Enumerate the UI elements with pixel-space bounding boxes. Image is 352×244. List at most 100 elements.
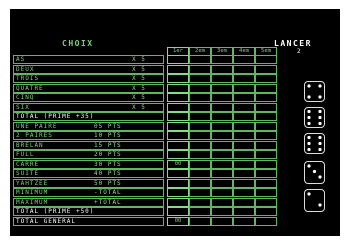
score-cell-4[interactable] — [233, 216, 255, 226]
score-cell-1[interactable] — [167, 74, 189, 83]
score-cell-2[interactable] — [189, 102, 211, 112]
score-cell-4[interactable] — [233, 140, 255, 150]
score-cell-3[interactable] — [211, 140, 233, 150]
score-row-lower[interactable]: 2 PAIRES 10 PTS — [13, 131, 277, 140]
score-cell-4[interactable] — [233, 74, 255, 83]
score-cell-4[interactable] — [233, 159, 255, 169]
score-cell-3[interactable] — [211, 74, 233, 83]
score-cell-1[interactable] — [167, 93, 189, 102]
score-row-upper[interactable]: CINQ X 5 — [13, 93, 277, 102]
score-cell-5[interactable] — [255, 112, 277, 121]
score-cell-1[interactable] — [167, 112, 189, 121]
score-cell-2[interactable] — [189, 150, 211, 159]
score-row-upper[interactable]: TROIS X 5 — [13, 74, 277, 83]
score-cell-3[interactable] — [211, 64, 233, 74]
score-cell-3[interactable] — [211, 207, 233, 216]
score-row-lower[interactable]: SUITE 40 PTS — [13, 169, 277, 178]
score-cell-5[interactable] — [255, 169, 277, 178]
score-cell-5[interactable] — [255, 121, 277, 131]
score-row-lower[interactable]: MINIMUM -TOTAL — [13, 188, 277, 197]
score-cell-4[interactable] — [233, 64, 255, 74]
score-cell-2[interactable] — [189, 207, 211, 216]
score-cell-2[interactable] — [189, 83, 211, 93]
score-cell-2[interactable] — [189, 169, 211, 178]
score-cell-5[interactable] — [255, 207, 277, 216]
score-row-lower[interactable]: FULL 20 PTS — [13, 150, 277, 159]
score-cell-3[interactable] — [211, 102, 233, 112]
score-cell-1[interactable] — [167, 121, 189, 131]
score-cell-4[interactable] — [233, 93, 255, 102]
score-cell-5[interactable] — [255, 188, 277, 197]
score-cell-2[interactable] — [189, 112, 211, 121]
score-cell-1[interactable] — [167, 131, 189, 140]
score-cell-1[interactable] — [167, 188, 189, 197]
score-cell-1[interactable] — [167, 169, 189, 178]
score-cell-3[interactable] — [211, 131, 233, 140]
die-2[interactable] — [304, 107, 325, 128]
score-cell-4[interactable] — [233, 150, 255, 159]
score-cell-3[interactable] — [211, 121, 233, 131]
score-cell-3[interactable] — [211, 169, 233, 178]
score-cell-3[interactable] — [211, 83, 233, 93]
score-cell-3[interactable] — [211, 216, 233, 226]
score-row-lower[interactable]: CARRE 30 PTS 00 — [13, 159, 277, 169]
score-cell-5[interactable] — [255, 131, 277, 140]
score-cell-4[interactable] — [233, 178, 255, 188]
score-cell-1[interactable]: 00 — [167, 216, 189, 226]
score-cell-1[interactable]: 00 — [167, 159, 189, 169]
score-row-upper[interactable]: QUATRE X 5 — [13, 83, 277, 93]
score-row-lower[interactable]: YAHTZEE 50 PTS — [13, 178, 277, 188]
score-cell-1[interactable] — [167, 140, 189, 150]
score-cell-2[interactable] — [189, 140, 211, 150]
score-cell-1[interactable] — [167, 178, 189, 188]
score-row-grand[interactable]: TOTAL GENERAL 00 — [13, 216, 277, 226]
score-cell-3[interactable] — [211, 150, 233, 159]
score-cell-3[interactable] — [211, 159, 233, 169]
score-cell-4[interactable] — [233, 112, 255, 121]
score-cell-3[interactable] — [211, 55, 233, 64]
score-cell-5[interactable] — [255, 64, 277, 74]
score-cell-3[interactable] — [211, 112, 233, 121]
score-row-upper[interactable]: AS X 5 — [13, 55, 277, 64]
score-row-upper[interactable]: DEUX X 5 — [13, 64, 277, 74]
score-cell-4[interactable] — [233, 188, 255, 197]
score-cell-5[interactable] — [255, 197, 277, 207]
score-cell-1[interactable] — [167, 55, 189, 64]
score-cell-4[interactable] — [233, 121, 255, 131]
score-cell-5[interactable] — [255, 102, 277, 112]
score-row-lower[interactable]: BRELAN 15 PTS — [13, 140, 277, 150]
score-cell-4[interactable] — [233, 169, 255, 178]
score-cell-5[interactable] — [255, 74, 277, 83]
score-cell-3[interactable] — [211, 188, 233, 197]
die-4[interactable] — [304, 161, 325, 184]
score-cell-4[interactable] — [233, 197, 255, 207]
die-5[interactable] — [304, 189, 325, 212]
score-cell-5[interactable] — [255, 216, 277, 226]
die-3[interactable] — [304, 133, 325, 154]
score-cell-2[interactable] — [189, 93, 211, 102]
score-cell-2[interactable] — [189, 55, 211, 64]
score-row-lower[interactable]: UNE PAIRE 05 PTS — [13, 121, 277, 131]
score-cell-2[interactable] — [189, 131, 211, 140]
score-cell-2[interactable] — [189, 64, 211, 74]
score-cell-1[interactable] — [167, 102, 189, 112]
score-cell-5[interactable] — [255, 178, 277, 188]
score-cell-1[interactable] — [167, 197, 189, 207]
score-cell-1[interactable] — [167, 207, 189, 216]
score-row-upper[interactable]: SIX X 5 — [13, 102, 277, 112]
score-cell-1[interactable] — [167, 150, 189, 159]
score-row-total[interactable]: TOTAL (PRIME +35) — [13, 112, 277, 121]
score-cell-4[interactable] — [233, 83, 255, 93]
score-cell-2[interactable] — [189, 159, 211, 169]
die-1[interactable] — [304, 81, 325, 102]
score-cell-4[interactable] — [233, 131, 255, 140]
score-cell-1[interactable] — [167, 64, 189, 74]
score-cell-3[interactable] — [211, 93, 233, 102]
score-cell-5[interactable] — [255, 159, 277, 169]
score-cell-2[interactable] — [189, 74, 211, 83]
score-cell-4[interactable] — [233, 55, 255, 64]
score-cell-5[interactable] — [255, 55, 277, 64]
score-cell-5[interactable] — [255, 93, 277, 102]
score-cell-1[interactable] — [167, 83, 189, 93]
score-row-lower[interactable]: MAXIMUM +TOTAL — [13, 197, 277, 207]
